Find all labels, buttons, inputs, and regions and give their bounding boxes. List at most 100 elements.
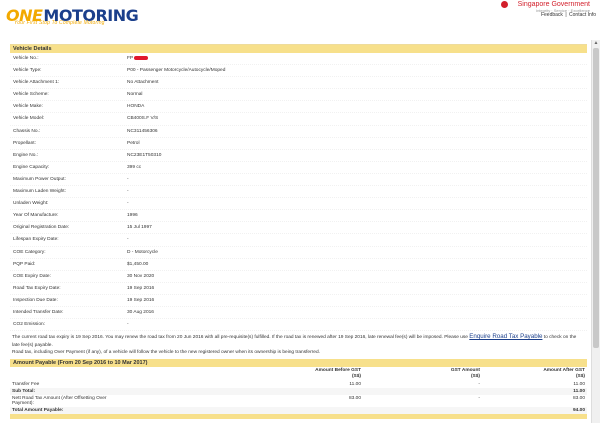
col-gst-header: GST Amount (S$) [363,367,482,381]
vehicle-no-value: FP [127,56,134,61]
vehicle-row: Chassis No.: NC311456306 [10,126,587,138]
vehicle-field-value: 19 Sep 2016 [127,297,155,303]
vehicle-field-label: Inspection Due Date: [13,297,58,303]
onemotoring-logo[interactable]: ONEMOTORING [6,6,139,32]
vehicle-details-list: Vehicle No.: FP Vehicle Type: P00 - Passe… [10,53,587,332]
vehicle-row: COE Expiry Date: 30 Nov 2020 [10,271,587,283]
vehicle-field-label: Maximum Power Output: [13,176,66,182]
vehicle-field-value: Petrol [127,140,140,146]
subtotal-empty-1 [244,388,363,395]
vehicle-field-value: No Attachment [127,80,159,86]
vehicle-field-value: $1,450.00 [127,261,149,267]
road-tax-notice: The current road tax expiry is 19 Sep 20… [10,333,587,349]
total-value: 94.00 [572,407,585,413]
fee-before-gst: 11.00 [349,381,361,387]
vehicle-field-label: Unladen Weight: [13,201,49,207]
col-before-gst-header: Amount Before GST (S$) [244,367,363,381]
vehicle-field-value: - [127,189,129,195]
vehicle-field-label: Road Tax Expiry Date: [13,285,61,291]
vehicle-row: Engine Capacity: 399 cc [10,162,587,174]
vehicle-field-label: Chassis No.: [13,128,41,134]
vehicle-field-value: NC311456306 [127,128,158,134]
vehicle-row: Vehicle Type: P00 - Passenger Motorcycle/… [10,65,587,78]
fee-after-gst: 11.00 [573,381,585,387]
section-bottom-bar [10,413,587,419]
vehicle-field-label: Vehicle Make: [13,104,43,110]
total-row: Total Amount Payable: 94.00 [10,406,587,414]
vehicle-row: Inspection Due Date: 19 Sep 2016 [10,295,587,307]
vehicle-field-value: - [127,201,129,207]
vehicle-field-value: - [127,322,129,328]
nett-after-gst: 83.00 [572,395,585,401]
vehicle-row: Vehicle Attachment 1: No Attachment [10,77,587,90]
vehicle-row: Vehicle Scheme: Normal [10,89,587,102]
vehicle-field-value: - [127,176,129,182]
vehicle-row: COE Category: D - Motorcycle [10,247,587,259]
vehicle-field-label: Original Registration Date: [13,225,70,231]
col-after-gst-currency: (S$) [575,373,585,379]
vehicle-row: Intended Transfer Date: 30 Aug 2016 [10,307,587,320]
vehicle-field-label: Vehicle Attachment 1: [13,80,60,86]
col-before-gst-currency: (S$) [351,373,361,379]
vehicle-row: Road Tax Expiry Date: 19 Sep 2016 [10,283,587,295]
vehicle-row: Engine No.: NC23E1T50310 [10,150,587,162]
main-content: Vehicle Details Vehicle No.: FP Vehicle … [10,44,587,423]
link-separator: | [565,12,567,18]
total-empty-2 [363,407,482,414]
vehicle-field-value: P00 - Passenger Motorcycle/Autocycle/Mop… [127,68,226,74]
enquire-road-tax-link[interactable]: Enquire Road Tax Payable [469,333,542,340]
scroll-up-arrow-icon[interactable]: ▲ [593,40,599,46]
vehicle-row: Unladen Weight: - [10,198,587,211]
vehicle-row: Year Of Manufacture: 1996 [10,210,587,223]
vehicle-field-value: 399 cc [127,164,142,170]
vehicle-field-label: Vehicle No.: [13,56,39,61]
vehicle-field-label: Vehicle Model: [13,116,45,122]
col-after-gst-header: Amount After GST (S$) [482,367,587,381]
site-header: ONEMOTORING Your First Stop To Complete … [0,0,600,40]
subtotal-empty-2 [363,388,482,395]
vehicle-field-value: HONDA [127,104,145,110]
vertical-scrollbar[interactable]: ▲ [591,40,600,423]
vehicle-field-value: Normal [127,92,143,98]
vehicle-field-label: Propellant: [13,140,36,146]
fee-gst: - [478,381,480,387]
road-tax-notice-text: The current road tax expiry is 19 Sep 20… [12,335,470,341]
vehicle-row: Vehicle No.: FP [10,53,587,66]
vehicle-field-label: Maximum Laden Weight: [13,189,66,195]
vehicle-field-value: 30 Aug 2016 [127,309,154,315]
total-label: Total Amount Payable: [12,407,64,413]
vehicle-field-value: FP [127,53,149,64]
vehicle-field-label: PQP Paid: [13,261,36,267]
vehicle-field-value: 30 Nov 2020 [127,273,155,279]
vehicle-field-label: Vehicle Type: [13,68,42,74]
vehicle-field-label: COE Category: [13,249,46,255]
vehicle-field-value: - [127,237,129,243]
vehicle-field-label: Year Of Manufacture: [13,213,59,219]
nett-before-gst: 83.00 [348,395,361,401]
redaction-mark [134,55,149,60]
vehicle-row: Maximum Power Output: - [10,174,587,187]
amount-payable-heading: Amount Payable (From 20 Sep 2016 to 10 M… [10,358,587,367]
vehicle-field-label: CO2 Emission: [13,322,45,328]
vehicle-row: Vehicle Make: HONDA [10,101,587,114]
scrollbar-thumb[interactable] [593,48,599,348]
col-gst-currency: (S$) [470,373,480,379]
feedback-link[interactable]: Feedback [541,12,563,18]
vehicle-row: Lifespan Expiry Date: - [10,234,587,247]
amount-payable-table: Amount Before GST (S$) GST Amount (S$) A… [10,367,587,414]
nett-road-tax-row: Nett Road Tax Amount (After Offsetting O… [10,395,587,407]
total-empty-1 [244,407,363,414]
subtotal-label: Sub Total: [12,388,36,394]
vehicle-field-value: 15 Jul 1997 [127,225,152,231]
vehicle-row: Original Registration Date: 15 Jul 1997 [10,222,587,235]
vehicle-details-heading: Vehicle Details [10,44,587,53]
nett-road-tax-label: Nett Road Tax Amount (After Offsetting O… [12,395,107,406]
vehicle-field-label: Intended Transfer Date: [13,309,64,315]
vehicle-field-value: 1996 [127,213,138,219]
vehicle-field-label: Engine No.: [13,152,39,158]
nett-gst: - [478,395,480,401]
table-row: Transfer Fee 11.00 - 11.00 [10,381,587,388]
vehicle-field-value: D - Motorcycle [127,249,158,255]
contact-info-link[interactable]: Contact Info [569,12,596,18]
logo-tagline: Your First Stop To Complete Motoring [14,20,105,26]
